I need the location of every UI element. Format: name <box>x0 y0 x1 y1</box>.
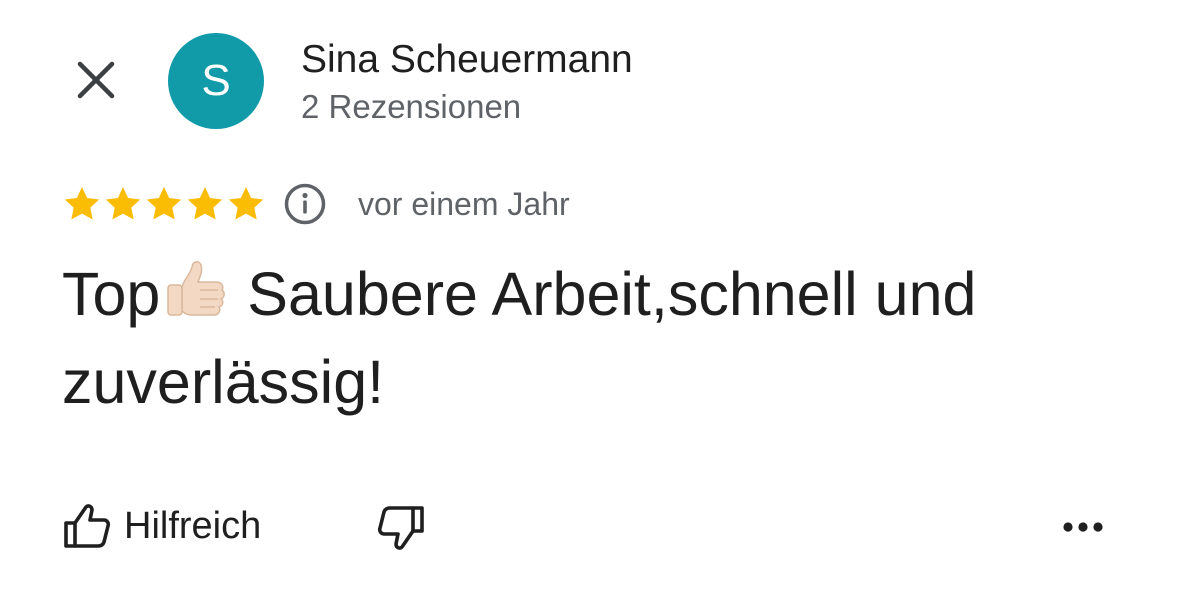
star-icon <box>64 187 100 220</box>
helpful-label: Hilfreich <box>124 505 262 547</box>
info-icon[interactable] <box>283 182 327 226</box>
review-time: vor einem Jahr <box>358 186 570 222</box>
star-icon <box>146 187 182 220</box>
star-rating <box>62 182 267 226</box>
star-icon <box>228 187 264 220</box>
more-horizontal-icon <box>1063 522 1103 532</box>
avatar-initial: S <box>201 56 231 105</box>
star-icon <box>105 187 141 220</box>
review-text-start: Top <box>62 260 161 328</box>
review-text: Top Saubere Arbeit,schnell und zuverläss… <box>62 250 1122 426</box>
close-icon <box>77 61 115 99</box>
author-review-count: 2 Rezensionen <box>301 88 522 125</box>
avatar[interactable]: S <box>168 33 264 129</box>
not-helpful-button[interactable] <box>372 500 430 554</box>
star-icon <box>187 187 223 220</box>
helpful-button[interactable]: Hilfreich <box>62 498 261 554</box>
thumbs-down-outline-icon <box>377 506 424 550</box>
author-name[interactable]: Sina Scheuermann <box>301 36 633 84</box>
more-options-button[interactable] <box>1058 502 1108 552</box>
thumbs-up-outline-icon <box>64 504 111 548</box>
close-button[interactable] <box>68 52 124 108</box>
thumbs-up-emoji-icon <box>167 261 226 316</box>
review-card: S Sina Scheuermann 2 Rezensionen vor ein… <box>0 0 1179 606</box>
